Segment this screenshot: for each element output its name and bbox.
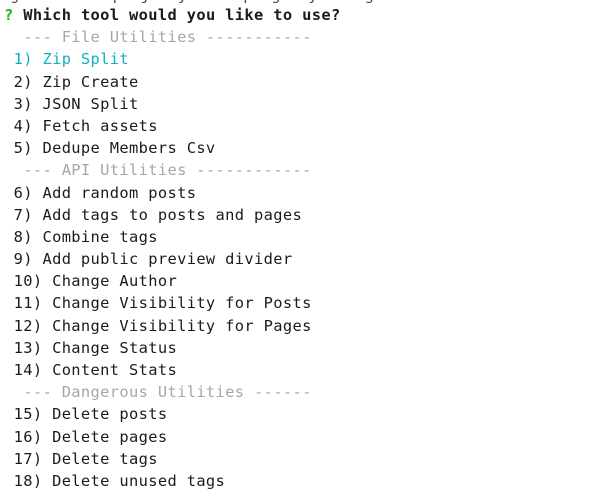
list-item[interactable]: 15) Delete posts (0, 403, 616, 425)
list-item[interactable]: 16) Delete pages (0, 426, 616, 448)
list-item[interactable]: 5) Dedupe Members Csv (0, 137, 616, 159)
list-item[interactable]: 13) Change Status (0, 337, 616, 359)
list-item[interactable]: 10) Change Author (0, 270, 616, 292)
list-item[interactable]: 1) Zip Split (0, 48, 616, 70)
prompt-question-label: Which tool would you like to use? (23, 6, 341, 24)
list-item[interactable]: 4) Fetch assets (0, 115, 616, 137)
prompt-output: ? Which tool would you like to use? --- … (0, 4, 616, 492)
list-item[interactable]: 2) Zip Create (0, 71, 616, 93)
list-item[interactable]: 18) Delete unused tags (0, 470, 616, 492)
list-item[interactable]: 12) Change Visibility for Pages (0, 315, 616, 337)
list-item[interactable]: 8) Combine tags (0, 226, 616, 248)
prompt-marker-icon: ? (4, 6, 14, 24)
prompt-question-text: Which tool would you like to use? (14, 6, 341, 24)
list-item[interactable]: 6) Add random posts (0, 182, 616, 204)
list-item[interactable]: 9) Add public preview divider (0, 248, 616, 270)
list-item[interactable]: 17) Delete tags (0, 448, 616, 470)
list-item[interactable]: 11) Change Visibility for Posts (0, 292, 616, 314)
list-section-separator: --- File Utilities ----------- (4, 28, 312, 47)
list-section-separator: --- API Utilities ------------ (4, 161, 312, 180)
tool-selection-list[interactable]: --- File Utilities ----------- 1) Zip Sp… (0, 26, 616, 492)
terminal-window[interactable]: g st p j y p g y g ? Which tool would yo… (0, 0, 616, 500)
list-item[interactable]: 7) Add tags to posts and pages (0, 204, 616, 226)
list-item[interactable]: 3) JSON Split (0, 93, 616, 115)
list-section-separator: --- Dangerous Utilities ------ (4, 383, 312, 402)
prompt-question-line: ? Which tool would you like to use? (0, 4, 616, 26)
list-item[interactable]: 14) Content Stats (0, 359, 616, 381)
